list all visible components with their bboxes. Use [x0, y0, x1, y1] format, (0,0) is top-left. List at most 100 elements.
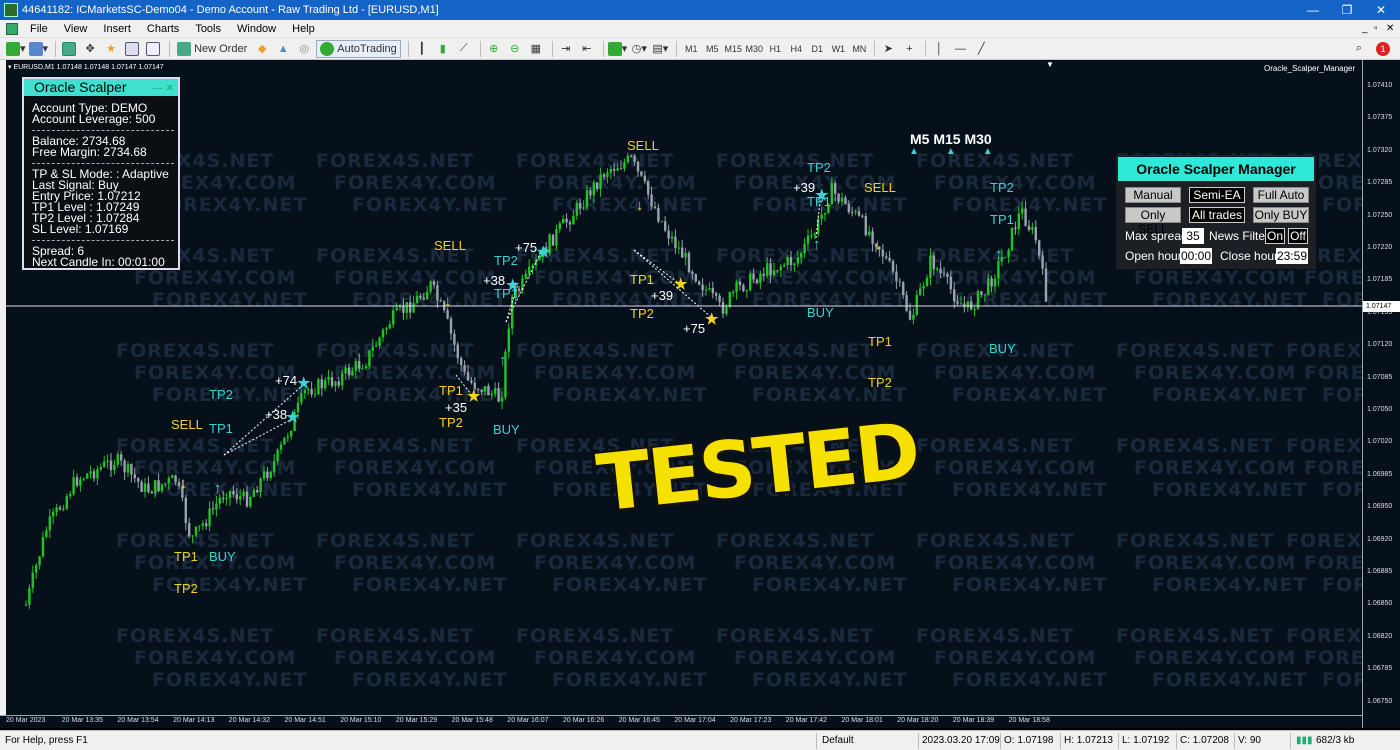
mdi-restore-icon[interactable]: ▫: [1374, 23, 1378, 34]
candle-body: [864, 216, 867, 236]
mdi-close-icon[interactable]: ✕: [1386, 23, 1394, 34]
restore-icon[interactable]: ❐: [1330, 0, 1364, 20]
candle-body: [558, 223, 561, 230]
tf-d1-button[interactable]: D1: [807, 40, 827, 58]
candlestick-icon[interactable]: ▮: [434, 40, 452, 58]
candle-body: [997, 261, 1000, 279]
candle-body: [980, 291, 983, 295]
candle-body: [766, 263, 769, 276]
close-icon[interactable]: ✕: [1364, 0, 1398, 20]
tf-mn-button[interactable]: MN: [849, 40, 869, 58]
cursor-icon[interactable]: ➤: [879, 40, 897, 58]
menu-view[interactable]: View: [56, 23, 96, 35]
metaeditor-icon[interactable]: ◆: [253, 40, 271, 58]
price-label: 1.07185: [1367, 276, 1393, 284]
signal-label: TP1: [990, 212, 1014, 227]
candle-body: [354, 361, 357, 371]
candle-body: [419, 295, 422, 298]
menu-insert[interactable]: Insert: [95, 23, 139, 35]
candle-body: [694, 274, 697, 282]
tf-m15-button[interactable]: M15: [723, 40, 743, 58]
vps-icon[interactable]: ◎: [295, 40, 313, 58]
scalper-manager-panel[interactable]: Oracle Scalper Manager Manual Semi-EA Fu…: [1116, 155, 1316, 269]
news-on-button[interactable]: On: [1265, 228, 1285, 244]
new-order-button[interactable]: New Order: [174, 40, 250, 58]
full-auto-button[interactable]: Full Auto: [1253, 187, 1309, 203]
tf-h1-button[interactable]: H1: [765, 40, 785, 58]
trendline-icon[interactable]: ╱: [972, 40, 990, 58]
tf-m1-button[interactable]: M1: [681, 40, 701, 58]
oracle-scalper-panel[interactable]: Oracle Scalper — ✕ Account Type: DEMO Acc…: [22, 77, 180, 270]
candle-body: [623, 162, 626, 169]
news-off-button[interactable]: Off: [1288, 228, 1308, 244]
panel-header[interactable]: Oracle Scalper — ✕: [24, 79, 178, 96]
menu-file[interactable]: File: [22, 23, 56, 35]
candle-body: [762, 273, 765, 276]
menu-help[interactable]: Help: [284, 23, 323, 35]
search-icon[interactable]: ⌕: [1350, 40, 1368, 58]
minimize-icon[interactable]: —: [1296, 0, 1330, 20]
open-hour-input[interactable]: 00:00: [1180, 248, 1212, 264]
only-sell-button[interactable]: Only SELL: [1125, 207, 1181, 236]
only-buy-button[interactable]: Only BUY: [1253, 207, 1309, 223]
candle-body: [239, 496, 242, 500]
crosshair-icon[interactable]: +: [900, 40, 918, 58]
semi-ea-button[interactable]: Semi-EA: [1189, 187, 1245, 203]
tf-m30-button[interactable]: M30: [744, 40, 764, 58]
templates-icon[interactable]: ▤▾: [651, 40, 669, 58]
candle-body: [65, 496, 68, 509]
candle-body: [681, 247, 684, 258]
signal-label: BUY: [209, 549, 236, 564]
candle-body: [806, 235, 810, 244]
manual-button[interactable]: Manual: [1125, 187, 1181, 203]
separator: [169, 40, 171, 57]
market-watch-icon[interactable]: [60, 40, 78, 58]
autotrading-button[interactable]: AutoTrading: [316, 39, 401, 58]
tester-icon[interactable]: [144, 40, 162, 58]
candle-body: [881, 249, 884, 257]
zoom-out-icon[interactable]: ⊖: [506, 40, 524, 58]
menu-tools[interactable]: Tools: [187, 23, 229, 35]
close-hour-input[interactable]: 23:59: [1276, 248, 1308, 264]
terminal-icon[interactable]: [123, 40, 141, 58]
candle-body: [861, 215, 864, 217]
zoom-in-icon[interactable]: ⊕: [485, 40, 503, 58]
candle-body: [507, 328, 510, 352]
candle-body: [313, 394, 317, 396]
chart-shift-icon[interactable]: ⇤: [578, 40, 596, 58]
shift-marker-icon: ▼: [1046, 60, 1054, 69]
candle-body: [160, 484, 164, 492]
all-trades-button[interactable]: All trades: [1189, 207, 1245, 223]
time-label: 20 Mar 14:13: [173, 717, 215, 724]
tf-w1-button[interactable]: W1: [828, 40, 848, 58]
bar-chart-icon[interactable]: ┃: [413, 40, 431, 58]
candle-body: [990, 278, 993, 287]
autoscroll-icon[interactable]: ⇥: [557, 40, 575, 58]
menu-charts[interactable]: Charts: [139, 23, 187, 35]
candle-body: [718, 295, 721, 303]
notification-icon[interactable]: 1: [1374, 40, 1392, 58]
periods-icon[interactable]: ◷▾: [630, 40, 648, 58]
status-profile[interactable]: Default: [822, 735, 854, 746]
tf-m5-button[interactable]: M5: [702, 40, 722, 58]
tile-windows-icon[interactable]: ▦: [527, 40, 545, 58]
navigator-icon[interactable]: ✥: [81, 40, 99, 58]
vertical-line-icon[interactable]: │: [930, 40, 948, 58]
mdi-minimize-icon[interactable]: _: [1362, 23, 1368, 34]
new-chart-icon[interactable]: ▾: [6, 40, 26, 58]
candle-body: [449, 318, 453, 334]
tf-h4-button[interactable]: H4: [786, 40, 806, 58]
candle-body: [300, 393, 303, 403]
line-chart-icon[interactable]: ⟋: [455, 40, 473, 58]
indicators-icon[interactable]: ▾: [607, 40, 627, 58]
chart-area[interactable]: FOREX4S.NET FOREX4Y.COM FOREX4Y.NET FOREX4S…: [6, 60, 1362, 728]
max-spread-input[interactable]: 35: [1182, 228, 1204, 244]
profiles-icon[interactable]: ▾: [28, 40, 48, 58]
candle-body: [562, 218, 565, 224]
favorites-icon[interactable]: ★: [102, 40, 120, 58]
horizontal-line-icon[interactable]: —: [951, 40, 969, 58]
panel-close-icon[interactable]: — ✕: [153, 80, 174, 97]
signals-icon[interactable]: ▲: [274, 40, 292, 58]
menu-window[interactable]: Window: [229, 23, 284, 35]
candle-body: [925, 278, 929, 286]
